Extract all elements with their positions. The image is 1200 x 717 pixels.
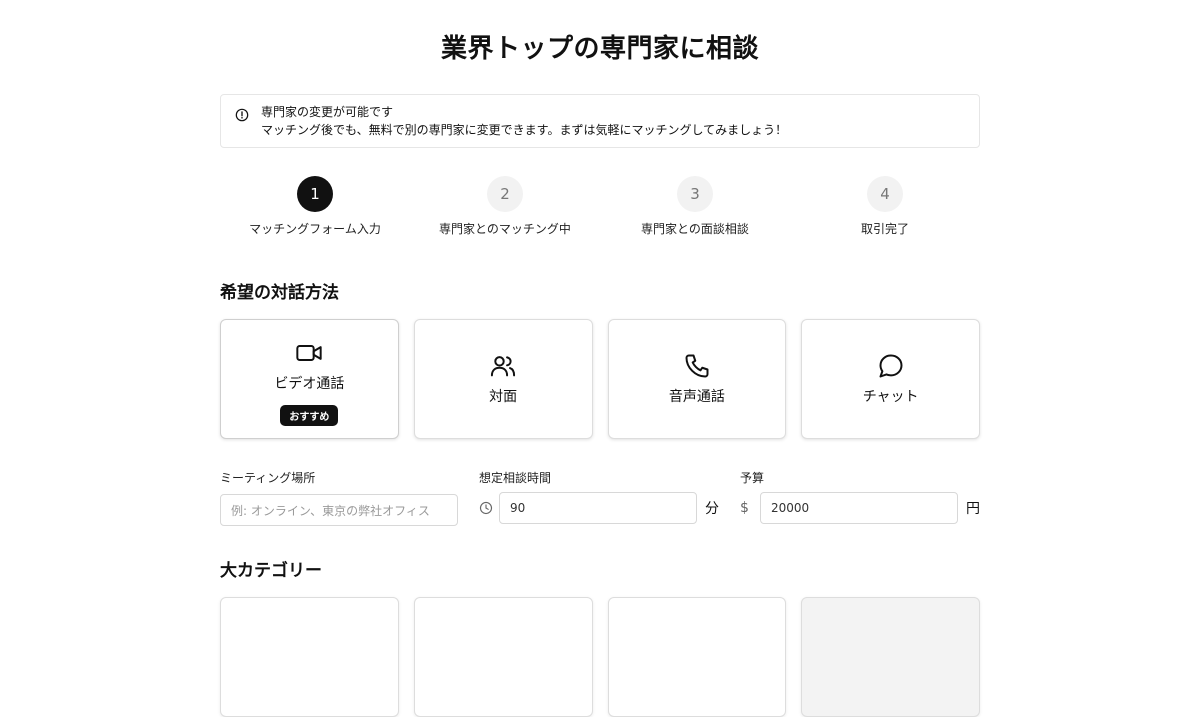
method-options: ビデオ通話 おすすめ 対面 音声通話 チャット: [220, 319, 980, 439]
chat-bubble-icon: [879, 354, 903, 378]
meeting-fields: ミーティング場所 例: オンライン、東京の弊社オフィス 想定相談時間 90 分 …: [220, 469, 980, 526]
progress-steps: 1 マッチングフォーム入力 2 専門家とのマッチング中 3 専門家との面談相談 …: [220, 176, 980, 236]
location-field-group: ミーティング場所 例: オンライン、東京の弊社オフィス: [220, 469, 458, 526]
method-option-label: 対面: [489, 389, 518, 405]
notice-body: マッチング後でも、無料で別の専門家に変更できます。まずは気軽にマッチングしてみま…: [261, 123, 788, 137]
page-container: 業界トップの専門家に相談 専門家の変更が可能です マッチング後でも、無料で別の専…: [220, 0, 980, 717]
video-icon: [296, 344, 323, 361]
info-circle-icon: [235, 108, 249, 122]
method-option-video[interactable]: ビデオ通話 おすすめ: [220, 319, 399, 439]
category-option[interactable]: [801, 597, 980, 717]
method-option-label: チャット: [862, 389, 919, 405]
category-options: [220, 597, 980, 717]
category-option[interactable]: [220, 597, 399, 717]
step-2: 2 専門家とのマッチング中: [410, 176, 600, 236]
step-1: 1 マッチングフォーム入力: [220, 176, 410, 236]
budget-label: 予算: [740, 471, 765, 485]
category-option[interactable]: [413, 597, 593, 717]
method-option-label: ビデオ通話: [274, 375, 345, 392]
step-number: 1: [297, 176, 333, 212]
step-label: マッチングフォーム入力: [249, 222, 381, 236]
step-number: 4: [867, 176, 903, 212]
step-number: 3: [677, 176, 713, 212]
duration-field-group: 想定相談時間 90 分: [479, 469, 719, 526]
step-label: 専門家とのマッチング中: [439, 222, 571, 236]
category-option[interactable]: [607, 597, 787, 717]
currency-prefix: $: [740, 500, 749, 516]
recommended-badge: おすすめ: [280, 404, 339, 426]
notice-banner: 専門家の変更が可能です マッチング後でも、無料で別の専門家に変更できます。まずは…: [220, 94, 980, 148]
users-icon: [491, 356, 516, 377]
notice-heading: 専門家の変更が可能です: [261, 105, 394, 119]
step-label: 取引完了: [860, 222, 909, 236]
duration-label: 想定相談時間: [479, 471, 552, 485]
phone-icon: [685, 354, 709, 378]
method-option-chat[interactable]: チャット: [801, 319, 980, 439]
duration-unit: 分: [705, 501, 719, 517]
location-label: ミーティング場所: [220, 471, 316, 485]
step-number: 2: [487, 176, 523, 212]
duration-input[interactable]: 90: [499, 492, 697, 524]
budget-unit: 円: [966, 501, 980, 517]
page-title: 業界トップの専門家に相談: [440, 34, 759, 64]
budget-input[interactable]: 20000: [760, 492, 958, 524]
clock-icon: [479, 501, 499, 515]
budget-field-group: 予算 $ 20000 円: [740, 469, 980, 526]
step-label: 専門家との面談相談: [641, 222, 749, 236]
step-4: 4 取引完了: [790, 176, 980, 236]
method-option-in-person[interactable]: 対面: [413, 319, 593, 439]
category-section-title: 大カテゴリー: [220, 561, 322, 581]
method-option-voice[interactable]: 音声通話: [607, 319, 787, 439]
method-option-label: 音声通話: [668, 389, 725, 405]
location-input[interactable]: 例: オンライン、東京の弊社オフィス: [220, 494, 458, 526]
step-3: 3 専門家との面談相談: [600, 176, 790, 236]
method-section-title: 希望の対話方法: [220, 283, 339, 303]
